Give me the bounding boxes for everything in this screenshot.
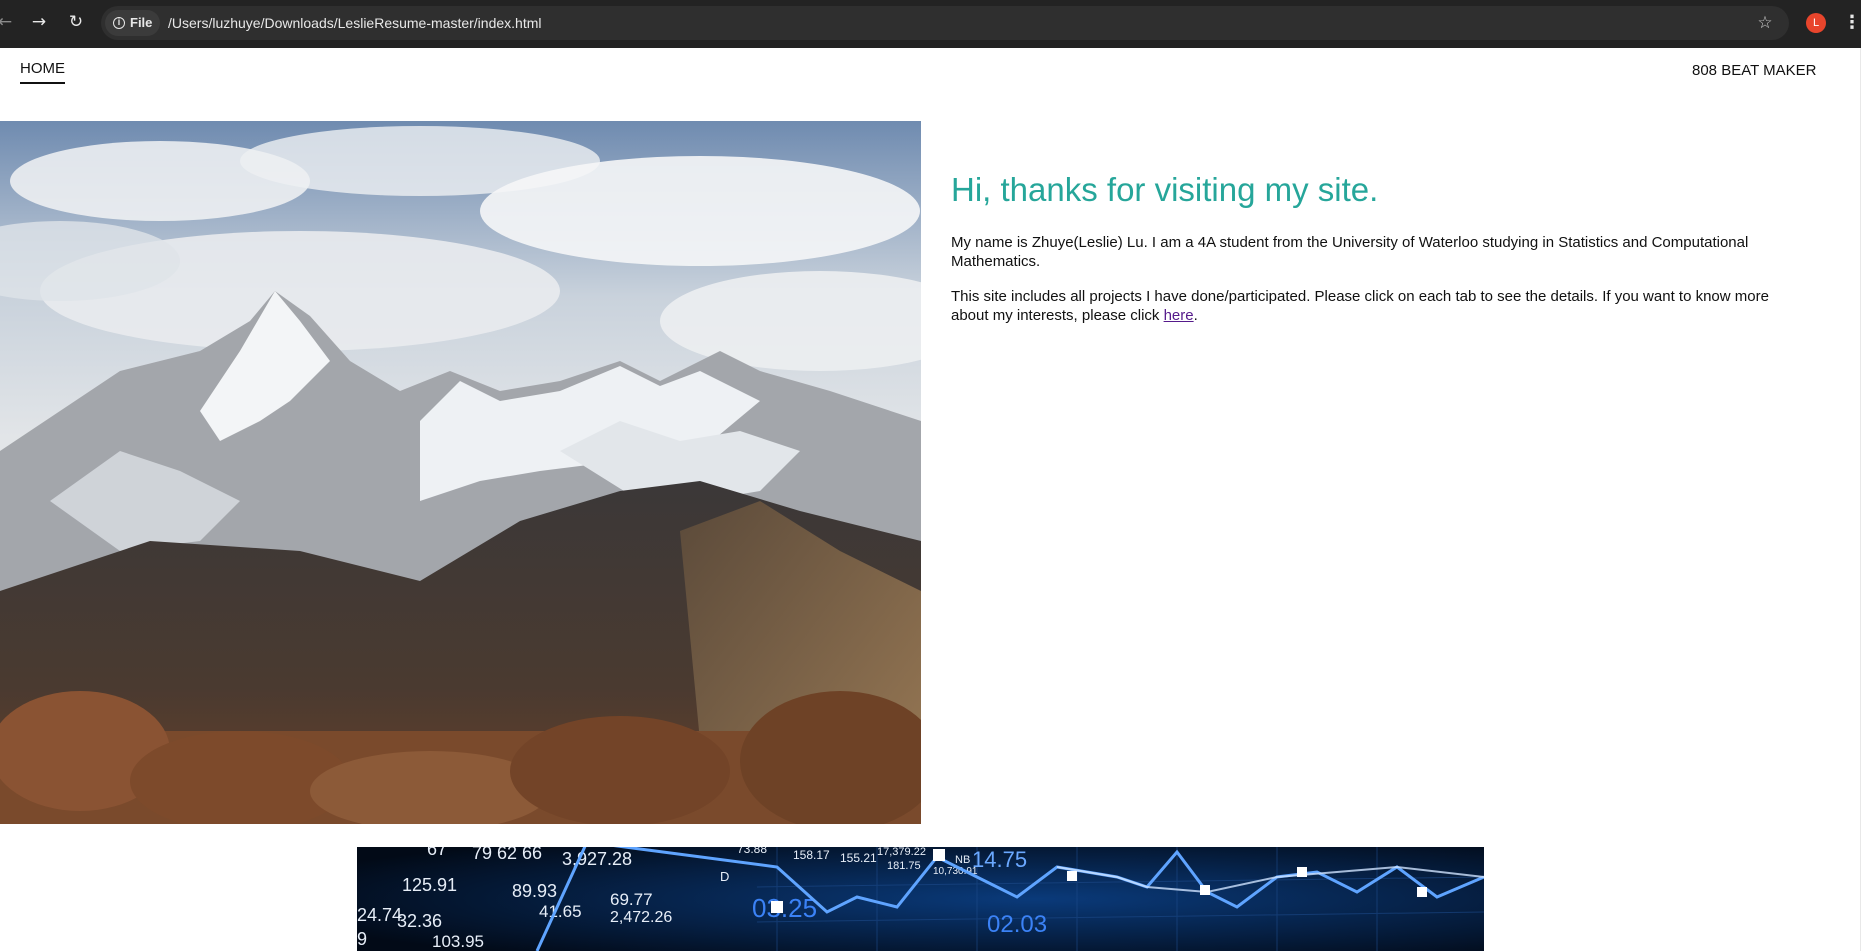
- banner-number: 89.93: [512, 881, 557, 901]
- banner-number: 9: [357, 929, 367, 949]
- address-bar[interactable]: i File /Users/luzhuye/Downloads/LeslieRe…: [101, 6, 1789, 40]
- intro-paragraph-1: My name is Zhuye(Leslie) Lu. I am a 4A s…: [951, 234, 1749, 270]
- arrow-right-icon[interactable]: →: [28, 11, 50, 33]
- banner-number: 69.77: [610, 890, 653, 909]
- banner-number: 62: [497, 847, 517, 863]
- kebab-icon[interactable]: ⋮: [1843, 12, 1861, 34]
- banner-number: 3,927.28: [562, 849, 632, 869]
- url-text[interactable]: /Users/luzhuye/Downloads/LeslieResume-ma…: [168, 6, 542, 40]
- banner-number: 32.36: [397, 911, 442, 931]
- banner-number: 67: [427, 847, 447, 859]
- banner-number: 66: [522, 847, 542, 863]
- banner-number: 181.75: [887, 860, 921, 872]
- banner-number: 24.74: [357, 905, 402, 925]
- intro-paragraph-2-text: This site includes all projects I have d…: [951, 288, 1769, 324]
- intro-heading: Hi, thanks for visiting my site.: [951, 171, 1379, 208]
- mountain-photo: [0, 121, 921, 824]
- banner-number: 79: [472, 847, 492, 863]
- banner-number: 125.91: [402, 875, 457, 895]
- site-info-label: File: [130, 15, 153, 30]
- banner-number: 155.21: [840, 851, 877, 865]
- info-icon: i: [113, 17, 125, 29]
- top-navigation: HOME 808 BEAT MAKER: [0, 48, 1861, 104]
- nav-beat-maker-link[interactable]: 808 BEAT MAKER: [1692, 62, 1817, 79]
- banner-number: 02.03: [987, 911, 1047, 938]
- intro-paragraph-2: This site includes all projects I have d…: [951, 287, 1801, 325]
- banner-number: 17,379.22: [877, 847, 926, 858]
- banner-number: 03.25: [752, 893, 817, 923]
- banner-number: 158.17: [793, 848, 830, 862]
- stock-chart-banner: 67 79 62 66 3,927.28 125.91 89.93 41.65 …: [357, 847, 1484, 951]
- intro-section: Hi, thanks for visiting my site. My name…: [951, 170, 1801, 341]
- banner-number: 73.88: [737, 847, 767, 856]
- site-info-chip[interactable]: i File: [105, 10, 160, 36]
- profile-avatar[interactable]: L: [1806, 13, 1826, 33]
- banner-number: D: [720, 869, 729, 884]
- banner-number: 41.65: [539, 902, 582, 921]
- nav-home-link[interactable]: HOME: [20, 60, 65, 84]
- web-page: HOME 808 BEAT MAKER Hi, thanks for visit…: [0, 48, 1861, 951]
- banner-number: 2,472.26: [610, 909, 672, 926]
- arrow-left-icon[interactable]: ←: [0, 11, 16, 33]
- banner-number: 103.95: [432, 932, 484, 951]
- star-icon[interactable]: ☆: [1754, 12, 1776, 34]
- browser-toolbar: ← → ↻ i File /Users/luzhuye/Downloads/Le…: [0, 0, 1861, 48]
- interests-link[interactable]: here: [1164, 307, 1194, 324]
- banner-number: 14.75: [972, 847, 1027, 872]
- intro-paragraph-2-end: .: [1193, 307, 1198, 324]
- banner-number: NB: [955, 854, 970, 866]
- reload-icon[interactable]: ↻: [65, 11, 87, 33]
